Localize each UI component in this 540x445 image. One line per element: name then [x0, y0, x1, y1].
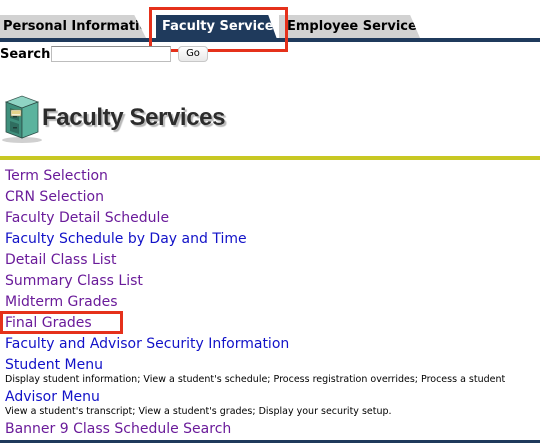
menu-faculty-schedule-day-time[interactable]: Faculty Schedule by Day and Time: [5, 229, 540, 250]
menu-detail-class-list[interactable]: Detail Class List: [5, 250, 540, 271]
menu-summary-class-list[interactable]: Summary Class List: [5, 271, 540, 292]
advisor-menu-description: View a student's transcript; View a stud…: [5, 406, 392, 417]
menu-banner9-search[interactable]: Banner 9 Class Schedule Search: [5, 419, 540, 440]
menu-crn-selection[interactable]: CRN Selection: [5, 187, 540, 208]
menu-final-grades[interactable]: Final Grades: [5, 313, 540, 334]
search-label: Search: [0, 47, 51, 62]
tab-bar: Personal Information Employee Services F…: [0, 0, 540, 44]
tab-personal-information[interactable]: Personal Information: [0, 15, 146, 38]
go-button[interactable]: Go: [178, 46, 208, 62]
menu-student-menu[interactable]: Student Menu: [5, 355, 540, 376]
student-menu-description: Display student information; View a stud…: [5, 374, 506, 385]
menu-faculty-detail-schedule[interactable]: Faculty Detail Schedule: [5, 208, 540, 229]
search-input[interactable]: [51, 46, 171, 62]
faculty-menu: Term Selection CRN Selection Faculty Det…: [5, 166, 540, 440]
footer-divider: [0, 440, 540, 443]
header-divider: [0, 156, 540, 160]
page-title: Faculty Services: [42, 104, 226, 131]
search-row: Search Go: [0, 46, 540, 66]
menu-term-selection[interactable]: Term Selection: [5, 166, 540, 187]
file-cabinet-icon: [0, 92, 44, 144]
tab-faculty-services[interactable]: Faculty Services: [156, 15, 278, 42]
tab-employee-services[interactable]: Employee Services: [279, 15, 420, 38]
menu-midterm-grades[interactable]: Midterm Grades: [5, 292, 540, 313]
menu-advisor-menu[interactable]: Advisor Menu: [5, 387, 540, 408]
menu-security-info[interactable]: Faculty and Advisor Security Information: [5, 334, 540, 355]
